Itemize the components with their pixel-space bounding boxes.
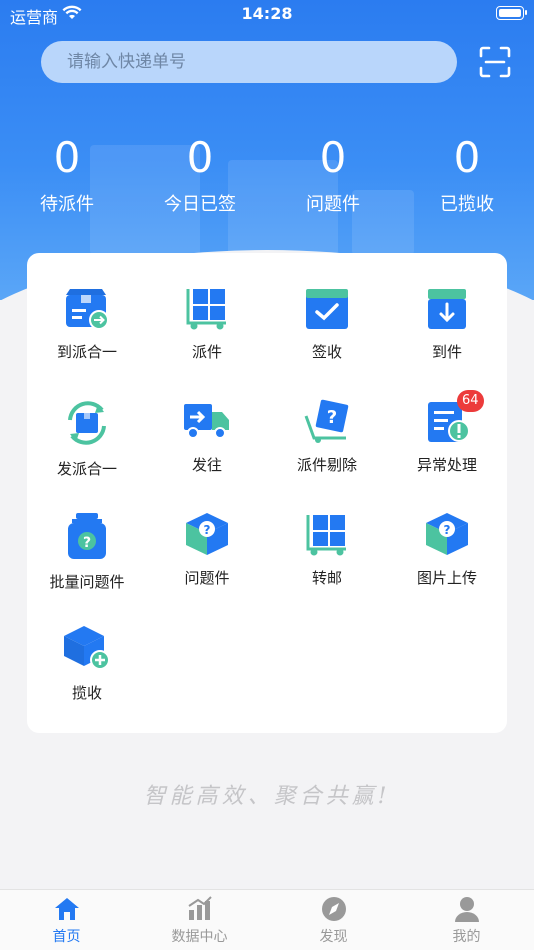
menu-item-label: 到件: [431, 343, 462, 361]
chart-icon: [187, 896, 212, 920]
stat-value: 0: [453, 133, 481, 182]
search-input[interactable]: 请输入快递单号: [41, 41, 457, 83]
menu-item-label: 发往: [191, 456, 222, 474]
cube-plus-icon: [64, 626, 110, 670]
user-icon: [454, 897, 479, 922]
stat-value: 0: [186, 133, 214, 182]
svg-text:?: ?: [327, 407, 337, 428]
menu-item-send-dispatch[interactable]: 发派合一: [27, 398, 147, 498]
menu-item-label: 异常处理: [416, 456, 477, 474]
home-icon: [54, 898, 79, 920]
slogan-text: 智能高效、聚合共赢!: [143, 784, 391, 809]
exception-count-badge: 64: [457, 390, 484, 412]
battery-icon: [496, 6, 527, 20]
stat-collected[interactable]: 0 已揽收: [412, 132, 522, 216]
tab-mine[interactable]: 我的: [400, 896, 533, 946]
clock: 14:28: [241, 4, 293, 23]
stat-label: 问题件: [306, 194, 360, 215]
cart-grid-icon: [186, 289, 226, 330]
stat-label: 已揽收: [440, 194, 494, 215]
menu-item-image-upload[interactable]: ? 图片上传: [387, 511, 507, 611]
menu-item-arrival[interactable]: 到件: [387, 285, 507, 385]
menu-item-label: 到派合一: [56, 343, 117, 361]
menu-item-arrive-dispatch[interactable]: 到派合一: [27, 285, 147, 385]
menu-item-label: 派件剔除: [296, 456, 357, 474]
compass-icon: [321, 897, 346, 921]
tab-label: 我的: [452, 929, 481, 945]
menu-item-problem[interactable]: ? 问题件: [147, 511, 267, 611]
stat-pending-delivery[interactable]: 0 待派件: [12, 132, 122, 216]
stat-label: 今日已签: [164, 194, 236, 215]
menu-item-label: 揽收: [71, 684, 102, 702]
cart-question-icon: ?: [304, 399, 349, 443]
function-menu-card: 到派合一 派件 签收 到件 发派合一 发往 ? 派件剔除 64 异常处理 ? 批…: [27, 253, 507, 733]
stat-value: 0: [319, 133, 347, 182]
truck-icon: [184, 404, 229, 439]
svg-text:?: ?: [83, 535, 91, 551]
tab-home[interactable]: 首页: [0, 896, 133, 946]
menu-item-send-to[interactable]: 发往: [147, 398, 267, 498]
menu-item-dispatch[interactable]: 派件: [147, 285, 267, 385]
stat-problem-items[interactable]: 0 问题件: [278, 132, 388, 216]
menu-item-label: 批量问题件: [49, 573, 125, 591]
cart-grid-icon: [306, 515, 346, 556]
check-box-icon: [306, 289, 348, 329]
stat-value: 0: [53, 133, 81, 182]
menu-item-label: 签收: [311, 343, 342, 361]
tab-discover[interactable]: 发现: [267, 896, 400, 946]
refresh-box-icon: [68, 401, 106, 445]
menu-item-label: 图片上传: [416, 569, 477, 587]
tab-label: 首页: [52, 929, 81, 945]
svg-text:?: ?: [444, 523, 451, 537]
box-arrow-icon: [66, 289, 109, 330]
cube-question-icon: ?: [186, 513, 228, 555]
cube-question-icon: ?: [426, 513, 468, 555]
stat-label: 待派件: [40, 194, 94, 215]
jar-question-icon: ?: [68, 513, 106, 559]
menu-item-dispatch-remove[interactable]: ? 派件剔除: [267, 398, 387, 498]
menu-item-label: 派件: [191, 343, 222, 361]
svg-text:?: ?: [204, 523, 211, 537]
tab-label: 发现: [319, 929, 348, 945]
box-down-arrow-icon: [428, 289, 466, 329]
menu-item-batch-problem[interactable]: ? 批量问题件: [27, 511, 147, 611]
menu-item-label: 转邮: [311, 569, 342, 587]
menu-item-transfer-post[interactable]: 转邮: [267, 511, 387, 611]
tab-data-center[interactable]: 数据中心: [133, 896, 266, 946]
menu-item-label: 发派合一: [56, 460, 117, 478]
tab-label: 数据中心: [171, 929, 228, 945]
menu-item-label: 问题件: [184, 569, 230, 587]
menu-item-exception[interactable]: 64 异常处理: [387, 390, 507, 498]
stat-signed-today[interactable]: 0 今日已签: [145, 132, 255, 216]
menu-item-collect[interactable]: 揽收: [27, 624, 147, 724]
scan-icon[interactable]: [479, 46, 511, 78]
status-bar: 运营商 14:28: [0, 0, 534, 28]
menu-item-sign[interactable]: 签收: [267, 285, 387, 385]
bottom-tab-bar: 首页 数据中心 发现 我的: [0, 889, 534, 950]
